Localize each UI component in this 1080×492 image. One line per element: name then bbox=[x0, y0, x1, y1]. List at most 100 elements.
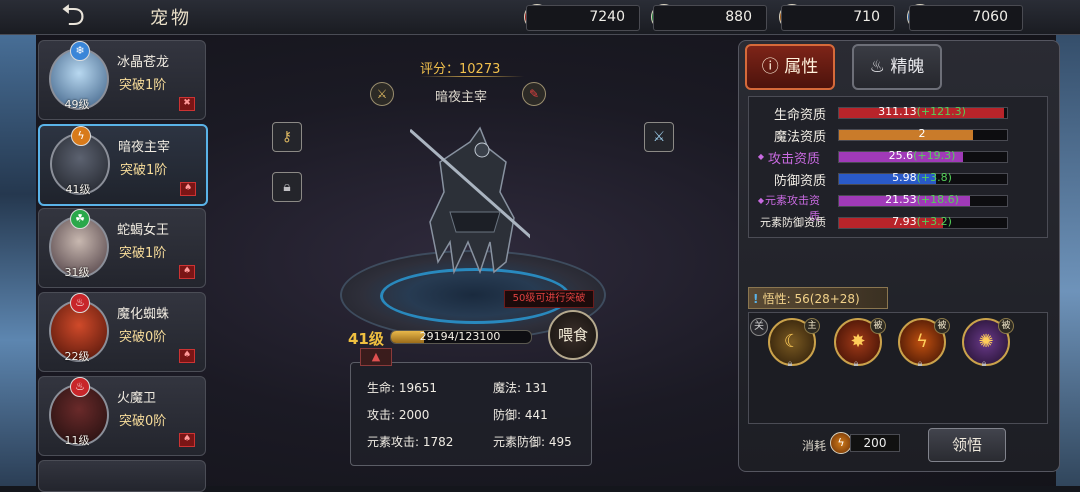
poison-icon: ☘ bbox=[70, 209, 90, 229]
blade-icon[interactable]: ⚔ bbox=[644, 122, 674, 152]
attribute-value: 25.6(+19.3) bbox=[838, 150, 1006, 162]
padlock-icon[interactable]: 🔒︎ bbox=[272, 172, 302, 202]
pet-breakthrough: 突破0阶 bbox=[119, 330, 167, 345]
attribute-value: 7.93(+3.2) bbox=[838, 216, 1006, 228]
orange-bolt-icon: ϟ bbox=[830, 432, 852, 454]
stat-mp: 魔法: 131 bbox=[493, 381, 548, 395]
attribute-base-value: 311.13 bbox=[878, 105, 917, 118]
sword-medal-icon[interactable]: ⚔ bbox=[370, 82, 394, 106]
feed-button[interactable]: 喂食 bbox=[548, 310, 598, 360]
pet-stats-panel: 生命: 19651 魔法: 131 攻击: 2000 防御: 441 元素攻击:… bbox=[350, 362, 592, 466]
pet-list-item[interactable]: ☘ 31级 蛇蝎女王 突破1阶 ♠ bbox=[38, 208, 206, 288]
score-divider bbox=[420, 76, 524, 77]
breakthrough-warning: 50级可进行突破 bbox=[504, 290, 594, 308]
pet-level: 41级 bbox=[65, 183, 91, 196]
exclamation-icon: ! bbox=[753, 292, 763, 306]
demon-badge-icon: ♠ bbox=[179, 433, 195, 447]
attribute-label: 攻击资质 bbox=[767, 152, 820, 167]
pet-level: 22级 bbox=[64, 350, 90, 363]
attribute-value: 5.98(+3.8) bbox=[838, 172, 1006, 184]
ice-icon: ❄ bbox=[70, 41, 90, 61]
pet-breakthrough: 突破1阶 bbox=[120, 163, 168, 178]
stat-element-defense: 元素防御: 495 bbox=[493, 435, 572, 449]
skill-type-badge: 被 bbox=[934, 318, 950, 334]
crescent-moon-skill-icon[interactable]: ☾ 主 🔒︎ bbox=[768, 318, 820, 369]
stats-collapse-toggle[interactable]: ▲ bbox=[360, 348, 392, 366]
pet-list-item-partial[interactable] bbox=[38, 460, 206, 492]
attribute-base-value: 5.98 bbox=[892, 171, 917, 184]
skill-type-badge: 被 bbox=[998, 318, 1014, 334]
stat-element-attack: 元素攻击: 1782 bbox=[367, 435, 454, 449]
tab-attributes[interactable]: ⓘ 属性 bbox=[745, 44, 835, 90]
attribute-bonus-value: (+3.2) bbox=[916, 215, 952, 228]
attribute-label: 生命资质 bbox=[773, 108, 826, 123]
lightning-icon: ϟ bbox=[71, 126, 91, 146]
page-title: 宠物 bbox=[150, 8, 192, 29]
pet-level: 11级 bbox=[64, 434, 90, 447]
pet-level-display: 41级 bbox=[348, 330, 384, 348]
pet-name: 蛇蝎女王 bbox=[117, 223, 170, 238]
stat-hp: 生命: 19651 bbox=[367, 381, 438, 395]
pet-list-item[interactable]: ♨ 11级 火魔卫 突破0阶 ♠ bbox=[38, 376, 206, 456]
pet-name: 冰晶苍龙 bbox=[117, 55, 170, 70]
resource-blue: 7060 bbox=[909, 5, 1023, 31]
comprehend-button[interactable]: 领悟 bbox=[928, 428, 1006, 462]
attribute-base-value: 2 bbox=[918, 127, 926, 140]
attribute-bonus-value: (+121.3) bbox=[916, 105, 966, 118]
attribute-tab-icon: ⓘ bbox=[761, 57, 785, 77]
attribute-bonus-value: (+19.3) bbox=[913, 149, 956, 162]
attribute-base-value: 25.6 bbox=[888, 149, 914, 162]
pet-list-item[interactable]: ❄ 49级 冰晶苍龙 突破1阶 ✖ bbox=[38, 40, 206, 120]
fire-icon: ♨ bbox=[70, 377, 90, 397]
pet-breakthrough: 突破0阶 bbox=[119, 414, 167, 429]
attribute-label: 防御资质 bbox=[773, 174, 826, 189]
demon-badge-icon: ♠ bbox=[180, 182, 196, 196]
cost-value: 200 bbox=[850, 434, 900, 452]
red-x-badge-icon: ✖ bbox=[179, 97, 195, 111]
stat-attack: 攻击: 2000 bbox=[367, 408, 430, 422]
lightning-skill-icon[interactable]: ϟ 被 🔒︎ bbox=[898, 318, 950, 369]
skill-toggle-off[interactable]: 关 bbox=[750, 318, 768, 336]
pet-level: 49级 bbox=[64, 98, 90, 111]
key-icon[interactable]: ⚷ bbox=[272, 122, 302, 152]
lock-icon: 🔒︎ bbox=[981, 359, 987, 369]
attribute-label: 元素防御资质 bbox=[760, 216, 826, 229]
pet-name: 魔化蜘蛛 bbox=[117, 307, 170, 322]
resource-green: 880 bbox=[653, 5, 767, 31]
pet-name: 火魔卫 bbox=[117, 391, 157, 406]
pet-breakthrough: 突破1阶 bbox=[119, 78, 167, 93]
attribute-bonus-value: (+3.8) bbox=[916, 171, 952, 184]
attribute-base-value: 7.93 bbox=[892, 215, 917, 228]
pet-3d-model[interactable] bbox=[410, 122, 530, 294]
attribute-value: 2 bbox=[838, 128, 1006, 140]
skill-type-badge: 主 bbox=[804, 318, 820, 334]
pet-list-item[interactable]: ♨ 22级 魔化蜘蛛 突破0阶 ♠ bbox=[38, 292, 206, 372]
back-arrow-icon[interactable]: ⮌ bbox=[46, 1, 100, 32]
demon-badge-icon: ♠ bbox=[179, 265, 195, 279]
pet-name: 暗夜主宰 bbox=[118, 140, 171, 155]
resource-orange: 710 bbox=[781, 5, 895, 31]
tab-soul-label: 精魄 bbox=[890, 57, 925, 77]
comprehension-label: ! 悟性: 56(28+28) bbox=[748, 287, 888, 309]
fire-icon: ♨ bbox=[70, 293, 90, 313]
pet-display-name: 暗夜主宰 bbox=[435, 90, 488, 105]
attribute-value: 21.53(+18.6) bbox=[838, 194, 1006, 206]
attribute-label: 魔法资质 bbox=[773, 130, 826, 145]
claw-strike-skill-icon[interactable]: ✸ 被 🔒︎ bbox=[834, 318, 886, 369]
fire-field-skill-icon[interactable]: ✺ 被 🔒︎ bbox=[962, 318, 1014, 369]
tab-attributes-label: 属性 bbox=[784, 57, 819, 77]
pet-level: 31级 bbox=[64, 266, 90, 279]
lock-icon: 🔒︎ bbox=[787, 359, 793, 369]
attribute-bonus-value: (+18.6) bbox=[916, 193, 959, 206]
resource-red: 7240 bbox=[526, 5, 640, 31]
attribute-value: 311.13(+121.3) bbox=[838, 106, 1006, 118]
attribute-base-value: 21.53 bbox=[885, 193, 917, 206]
tab-soul[interactable]: ♨ 精魄 bbox=[852, 44, 942, 90]
red-claw-medal-icon[interactable]: ✎ bbox=[522, 82, 546, 106]
pet-score: 评分：10273 bbox=[420, 62, 501, 77]
cost-label: 消耗 bbox=[802, 439, 827, 453]
flame-icon: ♨ bbox=[869, 57, 891, 77]
pet-list-item-selected[interactable]: ϟ 41级 暗夜主宰 突破1阶 ♠ bbox=[38, 124, 208, 206]
skill-type-badge: 被 bbox=[870, 318, 886, 334]
lock-icon: 🔒︎ bbox=[917, 359, 923, 369]
